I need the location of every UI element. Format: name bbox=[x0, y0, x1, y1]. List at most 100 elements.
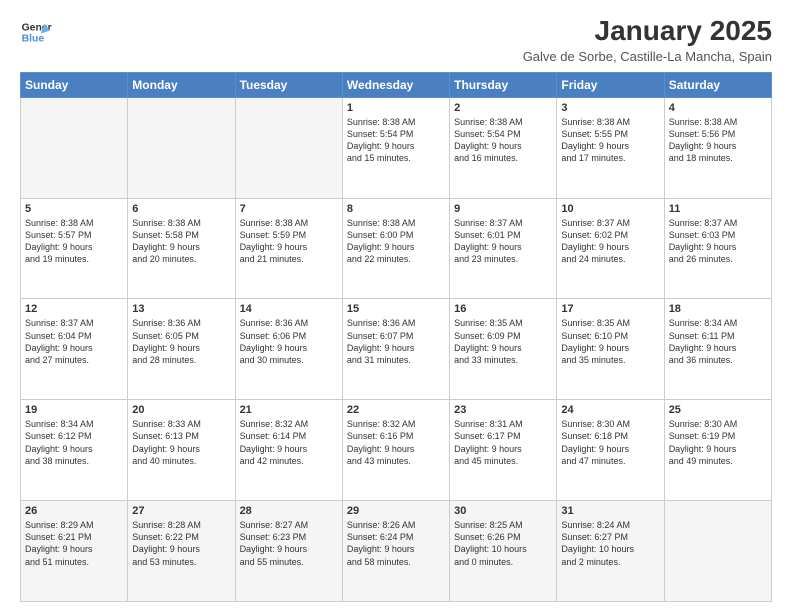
day-cell: 21 Sunrise: 8:32 AM Sunset: 6:14 PM Dayli… bbox=[235, 400, 342, 501]
col-tuesday: Tuesday bbox=[235, 72, 342, 97]
col-thursday: Thursday bbox=[450, 72, 557, 97]
day-info: Sunrise: 8:30 AM Sunset: 6:18 PM Dayligh… bbox=[561, 418, 659, 467]
day-number: 2 bbox=[454, 102, 552, 114]
day-number: 7 bbox=[240, 203, 338, 215]
day-info: Sunrise: 8:34 AM Sunset: 6:12 PM Dayligh… bbox=[25, 418, 123, 467]
day-info: Sunrise: 8:25 AM Sunset: 6:26 PM Dayligh… bbox=[454, 519, 552, 568]
day-cell bbox=[21, 97, 128, 198]
day-info: Sunrise: 8:24 AM Sunset: 6:27 PM Dayligh… bbox=[561, 519, 659, 568]
day-cell: 18 Sunrise: 8:34 AM Sunset: 6:11 PM Dayli… bbox=[664, 299, 771, 400]
col-sunday: Sunday bbox=[21, 72, 128, 97]
header: General Blue January 2025 Galve de Sorbe… bbox=[20, 16, 772, 64]
day-info: Sunrise: 8:30 AM Sunset: 6:19 PM Dayligh… bbox=[669, 418, 767, 467]
day-info: Sunrise: 8:33 AM Sunset: 6:13 PM Dayligh… bbox=[132, 418, 230, 467]
day-cell: 19 Sunrise: 8:34 AM Sunset: 6:12 PM Dayli… bbox=[21, 400, 128, 501]
day-cell: 22 Sunrise: 8:32 AM Sunset: 6:16 PM Dayli… bbox=[342, 400, 449, 501]
day-number: 17 bbox=[561, 303, 659, 315]
day-cell: 11Sunrise: 8:37 AM Sunset: 6:03 PM Dayli… bbox=[664, 198, 771, 299]
day-number: 16 bbox=[454, 303, 552, 315]
day-info: Sunrise: 8:38 AM Sunset: 5:58 PM Dayligh… bbox=[132, 217, 230, 266]
calendar-title: January 2025 bbox=[523, 16, 772, 47]
day-cell: 6 Sunrise: 8:38 AM Sunset: 5:58 PM Daylig… bbox=[128, 198, 235, 299]
day-number: 28 bbox=[240, 505, 338, 517]
day-cell: 12 Sunrise: 8:37 AM Sunset: 6:04 PM Dayli… bbox=[21, 299, 128, 400]
day-cell: 3Sunrise: 8:38 AM Sunset: 5:55 PM Daylig… bbox=[557, 97, 664, 198]
day-info: Sunrise: 8:29 AM Sunset: 6:21 PM Dayligh… bbox=[25, 519, 123, 568]
day-number: 22 bbox=[347, 404, 445, 416]
day-number: 20 bbox=[132, 404, 230, 416]
day-number: 23 bbox=[454, 404, 552, 416]
day-number: 9 bbox=[454, 203, 552, 215]
calendar-table: Sunday Monday Tuesday Wednesday Thursday… bbox=[20, 72, 772, 602]
day-info: Sunrise: 8:36 AM Sunset: 6:05 PM Dayligh… bbox=[132, 317, 230, 366]
day-info: Sunrise: 8:35 AM Sunset: 6:09 PM Dayligh… bbox=[454, 317, 552, 366]
day-info: Sunrise: 8:35 AM Sunset: 6:10 PM Dayligh… bbox=[561, 317, 659, 366]
day-cell: 7 Sunrise: 8:38 AM Sunset: 5:59 PM Daylig… bbox=[235, 198, 342, 299]
day-cell: 1 Sunrise: 8:38 AM Sunset: 5:54 PM Daylig… bbox=[342, 97, 449, 198]
day-number: 25 bbox=[669, 404, 767, 416]
week-row-2: 12 Sunrise: 8:37 AM Sunset: 6:04 PM Dayli… bbox=[21, 299, 772, 400]
day-cell: 14Sunrise: 8:36 AM Sunset: 6:06 PM Dayli… bbox=[235, 299, 342, 400]
day-number: 10 bbox=[561, 203, 659, 215]
day-cell: 16 Sunrise: 8:35 AM Sunset: 6:09 PM Dayli… bbox=[450, 299, 557, 400]
day-number: 21 bbox=[240, 404, 338, 416]
day-number: 12 bbox=[25, 303, 123, 315]
day-number: 18 bbox=[669, 303, 767, 315]
day-info: Sunrise: 8:38 AM Sunset: 5:57 PM Dayligh… bbox=[25, 217, 123, 266]
day-number: 1 bbox=[347, 102, 445, 114]
day-cell: 24 Sunrise: 8:30 AM Sunset: 6:18 PM Dayli… bbox=[557, 400, 664, 501]
day-cell: 31 Sunrise: 8:24 AM Sunset: 6:27 PM Dayli… bbox=[557, 501, 664, 602]
day-info: Sunrise: 8:37 AM Sunset: 6:02 PM Dayligh… bbox=[561, 217, 659, 266]
day-info: Sunrise: 8:36 AM Sunset: 6:06 PM Dayligh… bbox=[240, 317, 338, 366]
day-cell bbox=[664, 501, 771, 602]
col-wednesday: Wednesday bbox=[342, 72, 449, 97]
day-number: 15 bbox=[347, 303, 445, 315]
day-info: Sunrise: 8:36 AM Sunset: 6:07 PM Dayligh… bbox=[347, 317, 445, 366]
day-info: Sunrise: 8:37 AM Sunset: 6:04 PM Dayligh… bbox=[25, 317, 123, 366]
day-info: Sunrise: 8:34 AM Sunset: 6:11 PM Dayligh… bbox=[669, 317, 767, 366]
week-row-0: 1 Sunrise: 8:38 AM Sunset: 5:54 PM Daylig… bbox=[21, 97, 772, 198]
day-info: Sunrise: 8:38 AM Sunset: 5:59 PM Dayligh… bbox=[240, 217, 338, 266]
day-info: Sunrise: 8:28 AM Sunset: 6:22 PM Dayligh… bbox=[132, 519, 230, 568]
day-cell: 10 Sunrise: 8:37 AM Sunset: 6:02 PM Dayli… bbox=[557, 198, 664, 299]
day-info: Sunrise: 8:32 AM Sunset: 6:16 PM Dayligh… bbox=[347, 418, 445, 467]
day-number: 6 bbox=[132, 203, 230, 215]
day-info: Sunrise: 8:27 AM Sunset: 6:23 PM Dayligh… bbox=[240, 519, 338, 568]
col-monday: Monday bbox=[128, 72, 235, 97]
week-row-1: 5Sunrise: 8:38 AM Sunset: 5:57 PM Daylig… bbox=[21, 198, 772, 299]
day-number: 26 bbox=[25, 505, 123, 517]
day-info: Sunrise: 8:31 AM Sunset: 6:17 PM Dayligh… bbox=[454, 418, 552, 467]
day-cell: 9 Sunrise: 8:37 AM Sunset: 6:01 PM Daylig… bbox=[450, 198, 557, 299]
day-number: 31 bbox=[561, 505, 659, 517]
day-number: 29 bbox=[347, 505, 445, 517]
day-info: Sunrise: 8:32 AM Sunset: 6:14 PM Dayligh… bbox=[240, 418, 338, 467]
day-cell: 26 Sunrise: 8:29 AM Sunset: 6:21 PM Dayli… bbox=[21, 501, 128, 602]
day-number: 13 bbox=[132, 303, 230, 315]
col-friday: Friday bbox=[557, 72, 664, 97]
day-cell: 15 Sunrise: 8:36 AM Sunset: 6:07 PM Dayli… bbox=[342, 299, 449, 400]
day-cell: 28 Sunrise: 8:27 AM Sunset: 6:23 PM Dayli… bbox=[235, 501, 342, 602]
day-cell: 5Sunrise: 8:38 AM Sunset: 5:57 PM Daylig… bbox=[21, 198, 128, 299]
day-number: 8 bbox=[347, 203, 445, 215]
day-number: 24 bbox=[561, 404, 659, 416]
day-info: Sunrise: 8:37 AM Sunset: 6:01 PM Dayligh… bbox=[454, 217, 552, 266]
week-row-3: 19 Sunrise: 8:34 AM Sunset: 6:12 PM Dayli… bbox=[21, 400, 772, 501]
day-number: 19 bbox=[25, 404, 123, 416]
logo: General Blue bbox=[20, 16, 52, 48]
day-cell: 23 Sunrise: 8:31 AM Sunset: 6:17 PM Dayli… bbox=[450, 400, 557, 501]
day-cell: 29Sunrise: 8:26 AM Sunset: 6:24 PM Dayli… bbox=[342, 501, 449, 602]
day-cell: 20 Sunrise: 8:33 AM Sunset: 6:13 PM Dayli… bbox=[128, 400, 235, 501]
day-info: Sunrise: 8:38 AM Sunset: 5:56 PM Dayligh… bbox=[669, 116, 767, 165]
header-row: Sunday Monday Tuesday Wednesday Thursday… bbox=[21, 72, 772, 97]
col-saturday: Saturday bbox=[664, 72, 771, 97]
day-number: 27 bbox=[132, 505, 230, 517]
day-number: 30 bbox=[454, 505, 552, 517]
svg-text:Blue: Blue bbox=[22, 34, 45, 45]
day-cell: 13 Sunrise: 8:36 AM Sunset: 6:05 PM Dayli… bbox=[128, 299, 235, 400]
week-row-4: 26 Sunrise: 8:29 AM Sunset: 6:21 PM Dayli… bbox=[21, 501, 772, 602]
day-cell bbox=[235, 97, 342, 198]
day-number: 3 bbox=[561, 102, 659, 114]
day-number: 11 bbox=[669, 203, 767, 215]
day-info: Sunrise: 8:38 AM Sunset: 5:54 PM Dayligh… bbox=[347, 116, 445, 165]
day-cell: 8Sunrise: 8:38 AM Sunset: 6:00 PM Daylig… bbox=[342, 198, 449, 299]
